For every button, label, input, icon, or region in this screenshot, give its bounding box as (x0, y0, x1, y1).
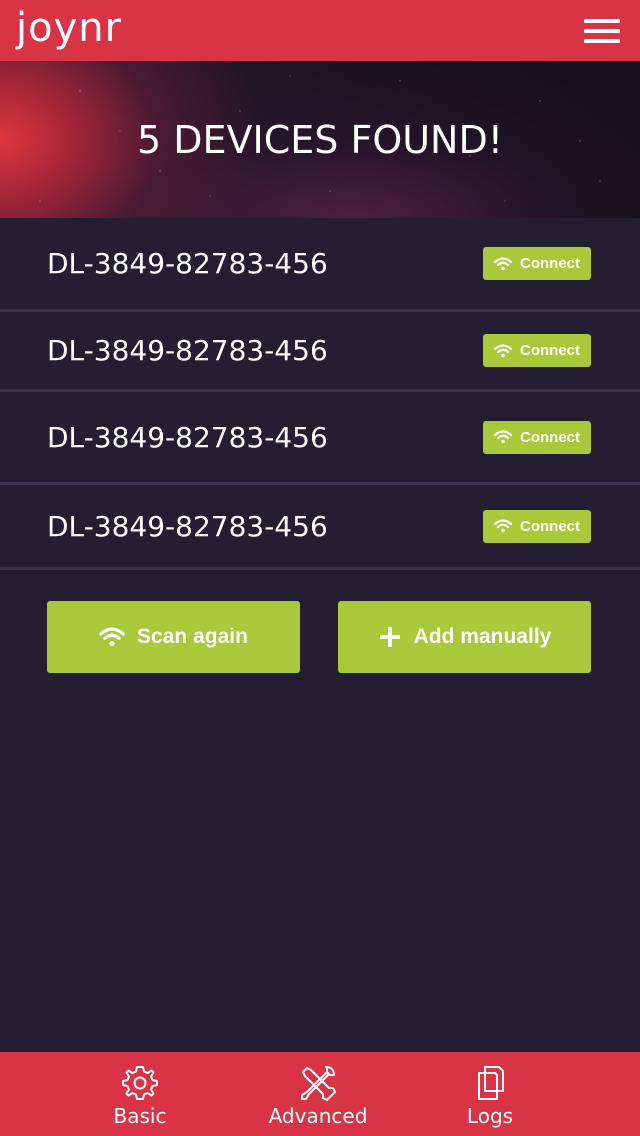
scan-again-button[interactable]: Scan again (47, 601, 300, 673)
connect-button[interactable]: Connect (483, 247, 591, 280)
device-row: DL-3849-82783-456 Connect (0, 312, 640, 392)
menu-line (584, 28, 620, 33)
wifi-icon (494, 519, 512, 533)
add-manually-label: Add manually (413, 625, 552, 648)
connect-button[interactable]: Connect (483, 509, 591, 543)
connect-label: Connect (520, 342, 580, 359)
wifi-icon (99, 627, 126, 647)
nav-basic-label: Basic (113, 1104, 167, 1128)
tools-icon (298, 1063, 338, 1103)
hamburger-menu-icon[interactable] (584, 18, 620, 43)
bottom-nav: Basic Advanced Logs (0, 1052, 640, 1136)
device-name: DL-3849-82783-456 (47, 334, 328, 367)
scan-again-label: Scan again (137, 625, 248, 648)
device-row: DL-3849-82783-456 Connect (0, 392, 640, 485)
connect-label: Connect (520, 428, 580, 446)
device-row: DL-3849-82783-456 Connect (0, 218, 640, 312)
wifi-icon (494, 430, 512, 444)
menu-line (584, 18, 620, 23)
top-bar: joynr (0, 0, 640, 61)
copy-icon (470, 1063, 510, 1103)
gear-icon (120, 1063, 160, 1103)
plus-icon (378, 625, 402, 649)
wifi-icon (494, 343, 512, 357)
nav-advanced[interactable]: Advanced (254, 1052, 382, 1136)
menu-line (584, 38, 620, 43)
add-manually-button[interactable]: Add manually (338, 601, 591, 673)
connect-label: Connect (520, 517, 580, 535)
connect-label: Connect (520, 255, 580, 272)
device-name: DL-3849-82783-456 (47, 420, 328, 454)
app-logo: joynr (16, 4, 123, 51)
connect-button[interactable]: Connect (483, 420, 591, 454)
devices-found-title: 5 DEVICES FOUND! (137, 117, 503, 162)
device-list: DL-3849-82783-456 Connect DL-3849-82783-… (0, 218, 640, 570)
nav-advanced-label: Advanced (268, 1104, 368, 1128)
connect-button[interactable]: Connect (483, 334, 591, 367)
wifi-icon (494, 256, 512, 270)
app-screen: joynr 5 DEVICES FOUND! DL-3849-82783-456… (0, 0, 640, 1136)
hero-banner: 5 DEVICES FOUND! (0, 61, 640, 218)
nav-logs[interactable]: Logs (440, 1052, 540, 1136)
nav-basic[interactable]: Basic (90, 1052, 190, 1136)
device-row: DL-3849-82783-456 Connect (0, 485, 640, 570)
device-name: DL-3849-82783-456 (47, 247, 328, 280)
action-buttons: Scan again Add manually (47, 601, 591, 673)
device-name: DL-3849-82783-456 (47, 509, 328, 543)
nav-logs-label: Logs (466, 1104, 514, 1128)
